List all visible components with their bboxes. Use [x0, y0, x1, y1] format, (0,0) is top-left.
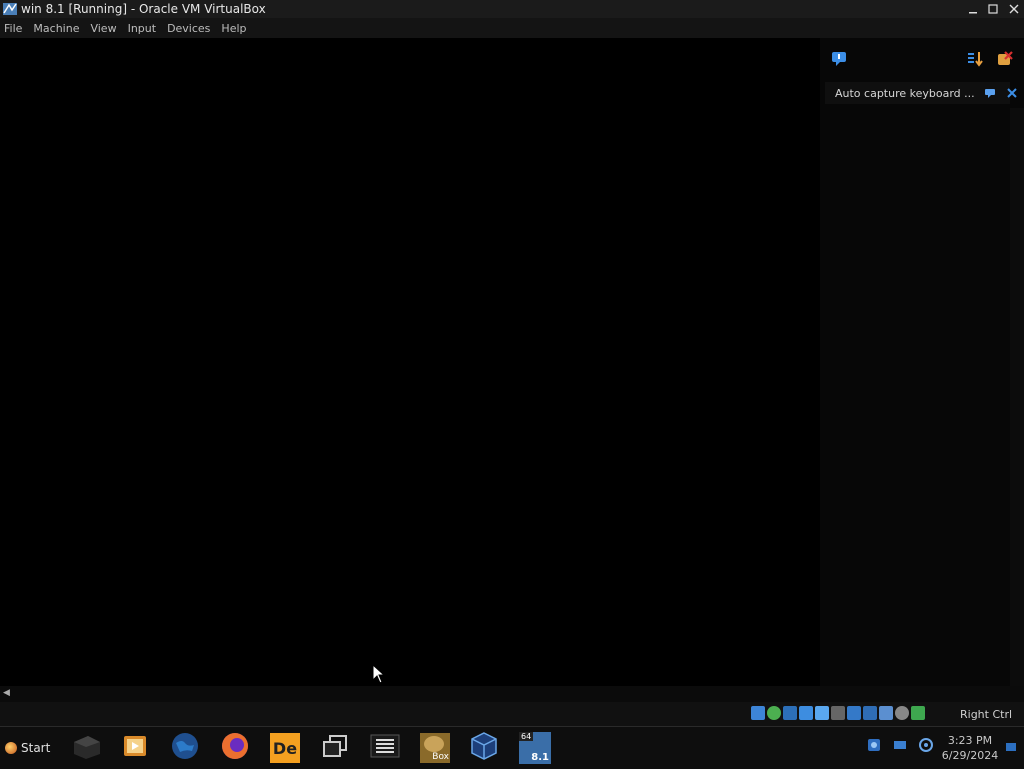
windows-stack-icon: [321, 733, 349, 763]
box-app-label: Box: [432, 752, 449, 762]
sort-order-icon[interactable]: [966, 50, 984, 68]
panel-scrollbar[interactable]: [1010, 108, 1024, 686]
taskbar-app-virtualbox[interactable]: [465, 730, 503, 766]
firefox-icon: [220, 731, 250, 765]
menu-devices[interactable]: Devices: [167, 22, 210, 35]
notification-center-panel: Auto capture keyboard ...: [820, 38, 1024, 686]
notification-close-icon[interactable]: [1006, 88, 1017, 98]
taskbar-app-firefox[interactable]: [216, 730, 254, 766]
taskbar-clock[interactable]: 3:23 PM 6/29/2024: [935, 733, 1005, 763]
virtualization-status-icon[interactable]: [879, 706, 893, 720]
taskbar-app-text-lines[interactable]: [366, 730, 404, 766]
tray-shield-icon[interactable]: [866, 737, 882, 753]
horizontal-scrollbar[interactable]: ◀: [0, 686, 1024, 702]
clock-date: 6/29/2024: [941, 749, 999, 762]
notification-text: Auto capture keyboard ...: [835, 86, 975, 100]
show-desktop-icon[interactable]: [1004, 739, 1018, 753]
clear-notifications-icon[interactable]: [996, 50, 1014, 68]
menu-machine[interactable]: Machine: [33, 22, 79, 35]
vm-status-bar: Right Ctrl: [0, 702, 1024, 726]
maximize-button[interactable]: [982, 0, 1004, 18]
mouse-integration-status-icon[interactable]: [895, 706, 909, 720]
taskbar-app-de[interactable]: De: [266, 730, 304, 766]
menu-view[interactable]: View: [90, 22, 116, 35]
tray-volume-icon[interactable]: [918, 737, 934, 753]
taskbar-app-globe-browser[interactable]: [166, 730, 204, 766]
usb-status-icon[interactable]: [815, 706, 829, 720]
virtualbox-vm-icon: [2, 1, 18, 17]
host-key-label: Right Ctrl: [960, 708, 1013, 721]
taskbar-app-box[interactable]: Box: [416, 730, 454, 766]
message-bubble-icon[interactable]: [830, 50, 848, 68]
start-orb-icon: [5, 742, 17, 754]
notification-pin-icon[interactable]: [984, 87, 996, 99]
display-status-icon[interactable]: [847, 706, 861, 720]
menu-input[interactable]: Input: [128, 22, 156, 35]
network-status-icon[interactable]: [799, 706, 813, 720]
recording-status-icon[interactable]: [863, 706, 877, 720]
de-app-label: De: [272, 738, 298, 758]
audio-status-icon[interactable]: [783, 706, 797, 720]
start-label: Start: [21, 741, 51, 755]
system-tray: [866, 737, 934, 753]
win81-vm-icon: 64 8.1: [519, 732, 551, 764]
clock-time: 3:23 PM: [947, 734, 993, 747]
shared-folders-status-icon[interactable]: [831, 706, 845, 720]
box-app-icon: Box: [420, 733, 450, 763]
virtualbox-cube-icon: [469, 731, 499, 765]
keyboard-capture-status-icon[interactable]: [911, 706, 925, 720]
minimize-button[interactable]: [962, 0, 984, 18]
taskbar: Start De Box 64 8.1 3:23 PM 6/29/2024: [0, 726, 1024, 769]
tray-network-icon[interactable]: [892, 737, 908, 753]
taskbar-app-media-player[interactable]: [115, 730, 153, 766]
window-title: win 8.1 [Running] - Oracle VM VirtualBox: [21, 2, 266, 16]
taskbar-app-terminal[interactable]: [67, 730, 105, 766]
taskbar-app-win81-vm[interactable]: 64 8.1: [516, 730, 554, 766]
win81-vm-badge: 64: [519, 732, 534, 741]
vm-display[interactable]: [0, 38, 820, 686]
terminal-box-icon: [70, 732, 102, 764]
window-titlebar: win 8.1 [Running] - Oracle VM VirtualBox: [0, 0, 1024, 18]
mouse-cursor-icon: [372, 663, 386, 684]
globe-browser-icon: [170, 731, 200, 765]
de-app-icon: De: [270, 733, 300, 763]
start-button[interactable]: Start: [2, 735, 54, 761]
media-player-icon: [120, 733, 148, 763]
menu-bar: File Machine View Input Devices Help: [0, 18, 1024, 38]
optical-drive-status-icon[interactable]: [767, 706, 781, 720]
menu-help[interactable]: Help: [221, 22, 246, 35]
taskbar-app-windows-stack[interactable]: [316, 730, 354, 766]
scroll-left-icon[interactable]: ◀: [3, 688, 10, 698]
text-lines-icon: [370, 734, 400, 762]
notification-item: Auto capture keyboard ...: [825, 82, 1017, 104]
menu-file[interactable]: File: [4, 22, 22, 35]
win81-vm-label: 8.1: [531, 752, 549, 763]
close-button[interactable]: [1003, 0, 1024, 18]
hard-disk-status-icon[interactable]: [751, 706, 765, 720]
